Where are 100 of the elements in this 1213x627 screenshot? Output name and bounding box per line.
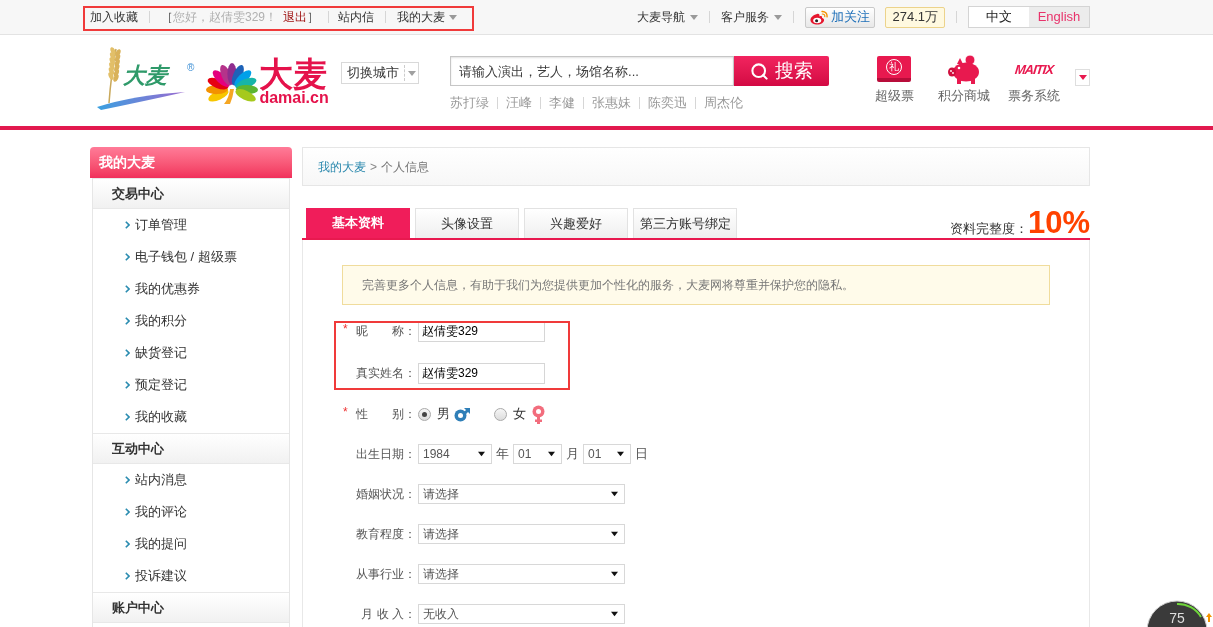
date-unit: 月 <box>566 445 579 464</box>
nav-menu[interactable]: 大麦导航 <box>637 8 699 26</box>
language-tab[interactable]: 中文 <box>969 7 1029 27</box>
radio-label: 男 <box>437 405 450 424</box>
shortcut-link[interactable]: 积分商城 <box>938 86 991 106</box>
more-dropdown-button[interactable] <box>1075 69 1090 86</box>
bracket: ］ <box>307 9 320 26</box>
field-label: 从事行业： <box>355 566 416 583</box>
chevron-right-icon <box>125 349 130 357</box>
chevron-right-icon <box>125 317 130 325</box>
sidebar-item[interactable]: 投诉建议 <box>93 560 289 592</box>
date-dropdown[interactable]: 01 <box>583 444 631 464</box>
weibo-follow-button[interactable]: 加关注 <box>805 6 876 28</box>
search-button[interactable]: 搜索 <box>734 56 830 86</box>
wheat-logo[interactable]: 大麦 <box>95 45 187 111</box>
date-dropdown[interactable]: 01 <box>513 444 562 464</box>
search-field[interactable]: 请输入演出，艺人，场馆名称... <box>450 56 735 86</box>
caret-down-icon <box>611 491 618 497</box>
speed-ball-widget[interactable]: 75 <box>1146 600 1208 627</box>
chevron-right-icon <box>125 508 130 516</box>
completeness-value: 10% <box>1027 207 1090 238</box>
date-unit: 年 <box>496 445 509 464</box>
field-label: 出生日期： <box>355 446 416 463</box>
field-label: 婚姻状况： <box>355 486 416 503</box>
piggy-bank-icon <box>947 54 982 84</box>
text-field[interactable]: 赵倩雯329 <box>418 320 545 342</box>
radio-button[interactable] <box>418 407 431 421</box>
maitix-logo: MAITIX <box>1014 62 1054 76</box>
nav-menu[interactable]: 客户服务 <box>721 8 783 26</box>
brand-name: 大麦 <box>259 57 329 91</box>
bracket: ［ <box>161 9 173 26</box>
sidebar-section-header: 互动中心 <box>93 433 289 464</box>
sidebar-item[interactable]: 缺货登记 <box>93 337 289 369</box>
chevron-right-icon <box>125 221 130 229</box>
add-favorite-link[interactable]: 加入收藏 <box>90 8 138 26</box>
field-label: 性 别： <box>355 406 416 423</box>
sidebar-item[interactable]: 我的优惠券 <box>93 273 289 305</box>
caret-down-icon <box>548 451 555 457</box>
sidebar-header: 我的大麦 <box>90 147 292 178</box>
dropdown-field[interactable]: 无收入 <box>418 604 625 624</box>
gift-ticket-icon: 礼 <box>877 56 912 82</box>
profile-tab[interactable]: 基本资料 <box>306 208 410 238</box>
chevron-right-icon <box>125 253 130 261</box>
chevron-right-icon <box>125 285 130 293</box>
caret-down-icon <box>1078 75 1087 80</box>
date-dropdown[interactable]: 1984 <box>418 444 492 464</box>
chevron-right-icon <box>125 540 130 548</box>
sidebar-item[interactable]: 我的收藏 <box>93 401 289 433</box>
breadcrumb-separator: > <box>370 158 377 176</box>
field-label: 真实姓名： <box>355 365 416 382</box>
chevron-right-icon <box>125 413 130 421</box>
weibo-icon <box>810 9 829 25</box>
sidebar-item[interactable]: 我的积分 <box>93 305 289 337</box>
male-symbol-icon <box>454 406 470 422</box>
chevron-right-icon <box>125 476 130 484</box>
dropdown-field[interactable]: 请选择 <box>418 524 625 544</box>
field-label: 昵 称： <box>355 323 416 340</box>
caret-down-icon <box>774 14 783 20</box>
greeting-text: 您好，赵倩雯329！ <box>173 9 278 26</box>
caret-down-icon <box>611 531 618 537</box>
sidebar-item[interactable]: 电子钱包 / 超级票 <box>93 241 289 273</box>
radio-button[interactable] <box>494 407 507 421</box>
messages-link[interactable]: 站内信 <box>338 8 375 26</box>
breadcrumb-link[interactable]: 我的大麦 <box>318 157 366 176</box>
account-menu[interactable]: 我的大麦 <box>397 8 458 26</box>
dropdown-field[interactable]: 请选择 <box>418 564 625 584</box>
brand-domain: damai.cn <box>259 90 329 106</box>
up-arrow-icon <box>1206 613 1212 622</box>
registered-mark: ® <box>187 63 195 73</box>
city-switch-dropdown[interactable]: 切换城市 <box>341 62 420 84</box>
required-mark: * <box>343 322 349 335</box>
sidebar-item[interactable]: 预定登记 <box>93 369 289 401</box>
profile-tab[interactable]: 第三方账号绑定 <box>633 208 737 238</box>
field-label: 月 收 入： <box>360 606 416 623</box>
sidebar-item[interactable]: 订单管理 <box>93 209 289 241</box>
field-label: 教育程度： <box>355 526 416 543</box>
required-mark: * <box>343 405 349 418</box>
sidebar-item[interactable]: 我的评论 <box>93 496 289 528</box>
chevron-right-icon <box>125 381 130 389</box>
logout-link[interactable]: 退出 <box>283 8 308 26</box>
caret-down-icon <box>449 14 458 20</box>
sidebar-item[interactable]: 我的提问 <box>93 528 289 560</box>
female-symbol-icon <box>532 404 545 424</box>
caret-down-icon <box>478 451 485 457</box>
chevron-right-icon <box>125 572 130 580</box>
radio-label: 女 <box>513 405 526 424</box>
caret-down-icon <box>611 571 618 577</box>
breadcrumb-current: 个人信息 <box>381 158 429 176</box>
search-icon <box>750 61 770 81</box>
sidebar-section-header: 交易中心 <box>93 178 289 209</box>
caret-down-icon <box>611 611 618 617</box>
caret-down-icon <box>407 70 416 76</box>
sidebar-section-header: 账户中心 <box>93 592 289 623</box>
dropdown-field[interactable]: 请选择 <box>418 484 625 504</box>
text-field[interactable]: 赵倩雯329 <box>418 362 545 384</box>
sidebar-item[interactable]: 站内消息 <box>93 464 289 496</box>
shortcut-link[interactable]: 超级票 <box>874 86 914 106</box>
shortcut-link[interactable]: 票务系统 <box>1008 86 1061 106</box>
profile-tab[interactable]: 兴趣爱好 <box>524 208 628 238</box>
profile-tab[interactable]: 头像设置 <box>415 208 519 238</box>
